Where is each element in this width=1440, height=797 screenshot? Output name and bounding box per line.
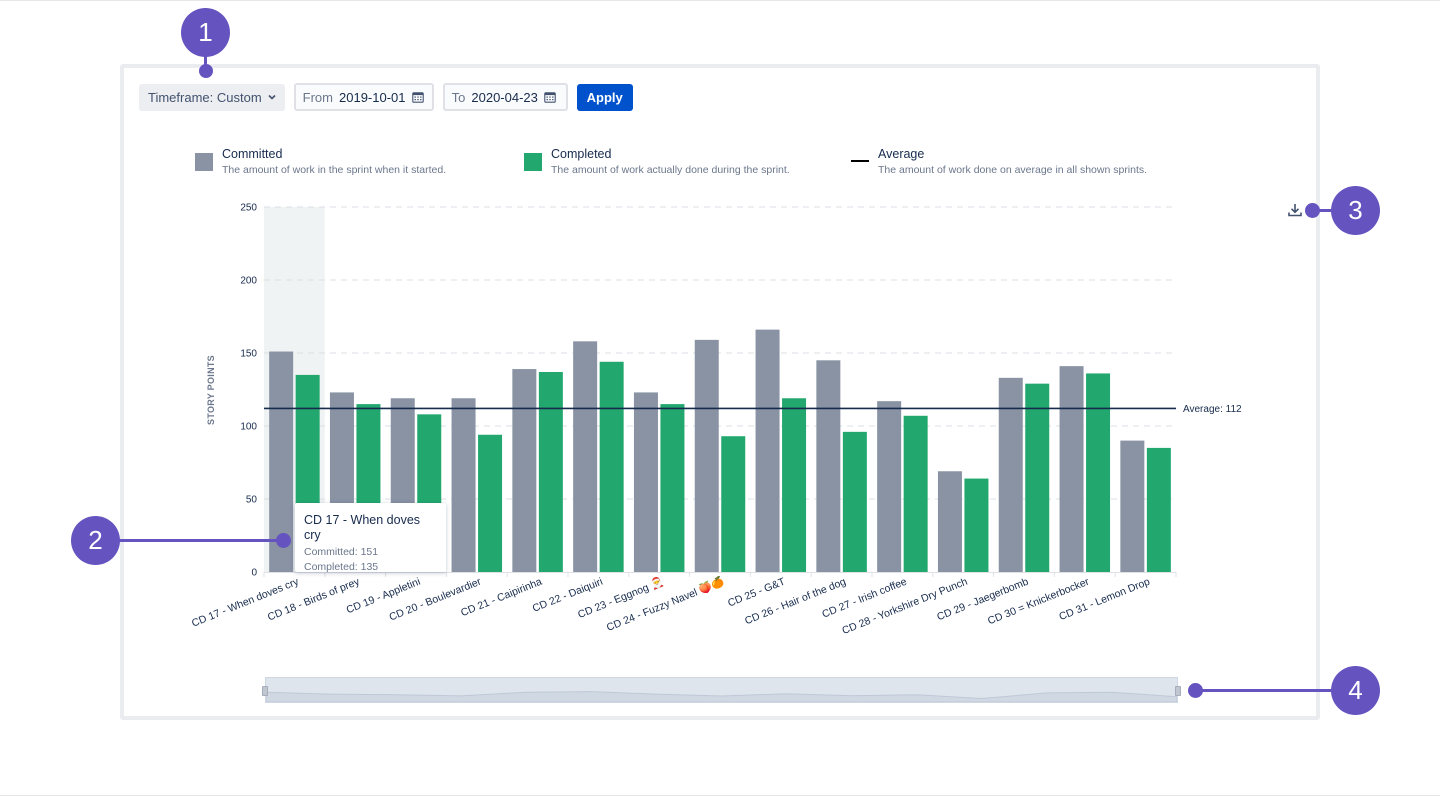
completed-bar[interactable] [599,361,624,572]
brush-handle-left[interactable] [262,686,268,696]
tooltip-title: CD 17 - When doves cry [304,513,421,542]
committed-bar[interactable] [451,398,476,572]
completed-bar[interactable] [903,415,928,572]
callout-badge-2: 2 [71,516,120,565]
callout-dot-3 [1305,203,1320,218]
brush-preview-area [266,691,1177,702]
committed-bar[interactable] [937,471,962,572]
completed-bar[interactable] [782,398,807,572]
completed-bar[interactable] [478,434,503,572]
callout-dot-1 [199,64,213,78]
x-category-label: CD 26 - Hair of the dog [743,576,848,628]
y-tick-label: 250 [240,203,257,214]
y-tick-label: 50 [246,495,258,506]
completed-bar[interactable] [1086,373,1111,572]
callout-dot-4 [1188,683,1203,698]
x-category-label: CD 17 - When doves cry [190,575,301,629]
completed-bar[interactable] [1146,447,1171,572]
committed-bar[interactable] [512,369,537,572]
callout-badge-1: 1 [181,8,230,57]
committed-bar[interactable] [1120,440,1145,572]
callout-connector-4 [1196,689,1334,692]
completed-bar[interactable] [538,371,563,572]
committed-bar[interactable] [694,339,719,572]
callout-badge-3: 3 [1331,186,1380,235]
y-tick-label: 150 [240,349,257,360]
tooltip-completed: Completed: 135 [304,561,379,573]
committed-bar[interactable] [573,341,598,572]
y-tick-label: 100 [240,422,257,433]
committed-bar[interactable] [998,377,1023,572]
committed-bar[interactable] [816,360,841,572]
y-axis-title: STORY POINTS [206,355,216,425]
committed-bar[interactable] [877,401,902,572]
completed-bar[interactable] [964,478,989,572]
committed-bar[interactable] [1059,366,1084,572]
committed-bar[interactable] [755,329,780,572]
brush-handle-right[interactable] [1175,686,1181,696]
callout-badge-4: 4 [1331,666,1380,715]
chart-tooltip: CD 17 - When doves cry Committed: 151 Co… [295,503,446,573]
y-tick-label: 200 [240,276,257,287]
completed-bar[interactable] [721,436,746,572]
completed-bar[interactable] [660,404,685,572]
tooltip-committed: Committed: 151 [304,546,379,558]
committed-bar[interactable] [633,392,658,572]
completed-bar[interactable] [842,431,867,572]
average-label: Average: 112 [1183,404,1242,415]
y-tick-label: 0 [251,568,257,579]
range-brush[interactable] [262,677,1181,703]
callout-connector-2 [118,539,284,542]
callout-dot-2 [276,533,291,548]
x-category-label: CD 24 - Fuzzy Navel 🍑🍊 [604,574,726,634]
download-icon[interactable] [1287,202,1303,218]
x-category-label: CD 30 = Knickerbocker [986,575,1091,627]
completed-bar[interactable] [1025,383,1050,572]
